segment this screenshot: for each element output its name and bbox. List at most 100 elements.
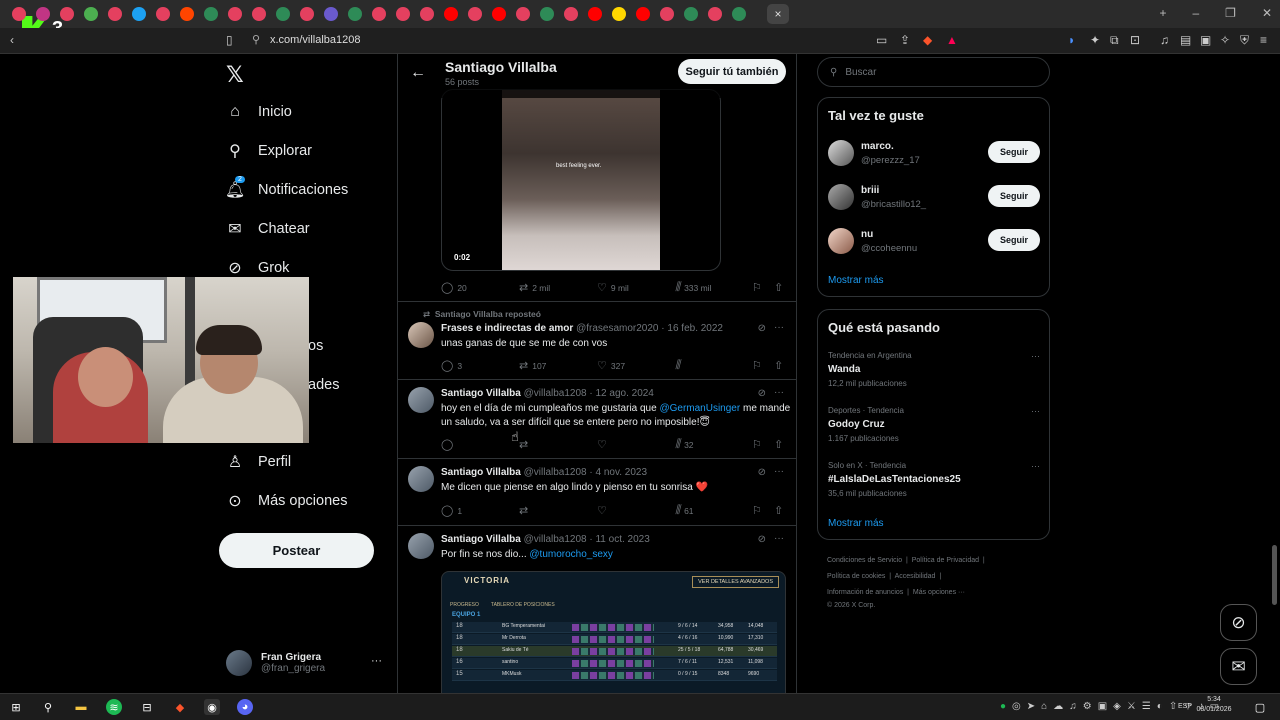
browser-tab[interactable] [708,7,722,21]
reply-button[interactable]: ◯ 1 [441,504,462,517]
address-bar[interactable]: ⚲ x.com/villalba1208 [244,30,964,50]
tray-icon[interactable]: ⚔ [1127,701,1136,714]
suggestion-name[interactable]: marco. [861,141,894,152]
grok-icon[interactable]: ⊘ [758,388,766,399]
wallet-icon[interactable]: ◗ [1068,33,1075,47]
browser-tab[interactable] [36,7,50,21]
grok-icon[interactable]: ⊘ [758,534,766,545]
footer-link[interactable]: Información de anuncios [827,589,903,596]
menu-icon[interactable]: ≡ [1260,33,1267,47]
browser-tab[interactable] [300,7,314,21]
sidebar-icon[interactable]: ▤ [1180,33,1191,47]
language-indicator[interactable]: ESP [1178,703,1192,710]
browser-tab[interactable] [468,7,482,21]
share-button[interactable]: ⇧ [774,504,783,517]
views-button[interactable]: ⫼ 333 mil [675,281,711,294]
share-icon[interactable]: ⇪ [900,33,910,47]
repost-button[interactable]: ⇄ 107 [519,359,546,372]
browser-tab[interactable] [132,7,146,21]
nav-item-perfil[interactable]: ♙ Perfil [226,453,291,471]
trend-item[interactable]: Solo en X · Tendencia #LaIslaDeLasTentac… [828,461,1040,498]
more-icon[interactable]: ··· [1031,461,1040,471]
nav-item-mas-opciones[interactable]: ⊙ Más opciones [226,492,347,510]
browser-tab[interactable] [108,7,122,21]
puzzle-icon[interactable]: ⧉ [1110,33,1119,48]
browser-tab[interactable] [492,7,506,21]
file-explorer-icon[interactable]: ▬ [73,699,89,715]
account-switcher[interactable]: Fran Grigera @fran_grigera [226,650,325,676]
avatar[interactable] [408,322,434,348]
suggestion-item[interactable]: briii @bricastillo12_ Seguir [828,184,1040,214]
bookmark-button[interactable]: ⚐ [753,359,761,372]
browser-tab[interactable] [372,7,386,21]
tray-icon[interactable]: ⇧ [1169,701,1177,714]
browser-tab[interactable] [228,7,242,21]
suggestion-name[interactable]: nu [861,229,873,240]
account-more-icon[interactable]: ··· [371,655,382,667]
footer-link[interactable]: Más opciones ··· [913,589,965,596]
bookmark-button[interactable]: ⚐ [753,281,761,294]
footer-link[interactable]: Política de Privacidad [912,557,979,564]
window-close-icon[interactable]: ✕ [1262,6,1272,20]
like-button[interactable]: ♡ [597,504,607,517]
mention-link[interactable]: @GermanUsinger [659,403,740,414]
avatar[interactable] [828,228,854,254]
suggestion-item[interactable]: marco. @perezzz_17 Seguir [828,140,1040,170]
cast-icon[interactable]: ▭ [876,33,887,47]
browser-tab[interactable] [324,7,338,21]
show-more-link[interactable]: Mostrar más [828,518,884,529]
x-logo[interactable]: 𝕏 [226,62,244,88]
follow-button[interactable]: Seguir [988,185,1040,207]
close-icon[interactable]: × [774,7,781,21]
post-button[interactable]: Postear [219,533,374,568]
footer-link[interactable]: Condiciones de Servicio [827,557,902,564]
active-tab[interactable]: × [767,4,789,24]
more-icon[interactable]: ··· [774,387,784,398]
like-button[interactable]: ♡ 9 mil [597,281,629,294]
grok-icon[interactable]: ⊘ [758,323,766,334]
mention-link[interactable]: @tumorocho_sexy [529,549,613,560]
nav-label-partial[interactable]: ades [308,377,339,393]
author-handle[interactable]: @villalba1208 [524,467,587,478]
tray-icon[interactable]: ☁ [1053,701,1063,714]
music-icon[interactable]: ♫ [1160,33,1169,47]
tweet[interactable]: Santiago Villalba @villalba1208 · 12 ago… [398,379,796,458]
tray-icon[interactable]: ➤ [1027,701,1035,714]
suggestion-name[interactable]: briii [861,185,879,196]
clock[interactable]: 5:34 08/01/2026 [1196,695,1232,715]
author-name[interactable]: Santiago Villalba [441,388,521,399]
minimize-icon[interactable]: – [1192,6,1199,20]
brave-rewards-icon[interactable]: ▲ [946,33,958,47]
video-player[interactable]: best feeling ever. 0:02 [441,89,721,271]
repost-button[interactable]: ⇄ [519,438,528,451]
browser-tab[interactable] [684,7,698,21]
share-button[interactable]: ⇧ [774,359,783,372]
author-handle[interactable]: @villalba1208 [524,388,587,399]
avatar[interactable] [408,533,434,559]
tweet-date[interactable]: · 16 feb. 2022 [661,323,723,334]
obs-icon[interactable]: ◉ [204,699,220,715]
store-icon[interactable]: ⊟ [139,699,155,715]
views-button[interactable]: ⫼ 32 [675,438,694,451]
tweet[interactable]: Santiago Villalba @villalba1208 · 4 nov.… [398,458,796,525]
tray-icon[interactable]: ◎ [1012,701,1021,714]
search-icon[interactable]: ⚲ [40,699,56,715]
author-name[interactable]: Frases e indirectas de amor [441,323,573,334]
tweet[interactable]: ⇄ Santiago Villalba reposteó Frases e in… [398,301,796,379]
nav-label-partial[interactable]: os [308,338,323,354]
discord-icon[interactable]: ◕ [237,699,253,715]
more-icon[interactable]: ··· [774,533,784,544]
browser-tab[interactable] [732,7,746,21]
browser-tab[interactable] [420,7,434,21]
browser-tab[interactable] [252,7,266,21]
nav-item-notificaciones[interactable]: 🔔︎ 2 Notificaciones [225,176,348,199]
browser-tab[interactable] [588,7,602,21]
follow-button[interactable]: Seguir [988,141,1040,163]
avatar[interactable] [828,184,854,210]
tray-icon[interactable]: ● [1000,701,1006,714]
footer-link[interactable]: Política de cookies [827,573,885,580]
browser-tab[interactable] [396,7,410,21]
tray-icon[interactable]: ◈ [1113,701,1121,714]
screenshot-icon[interactable]: ⊡ [1130,33,1140,47]
like-button[interactable]: ♡ [597,438,607,451]
